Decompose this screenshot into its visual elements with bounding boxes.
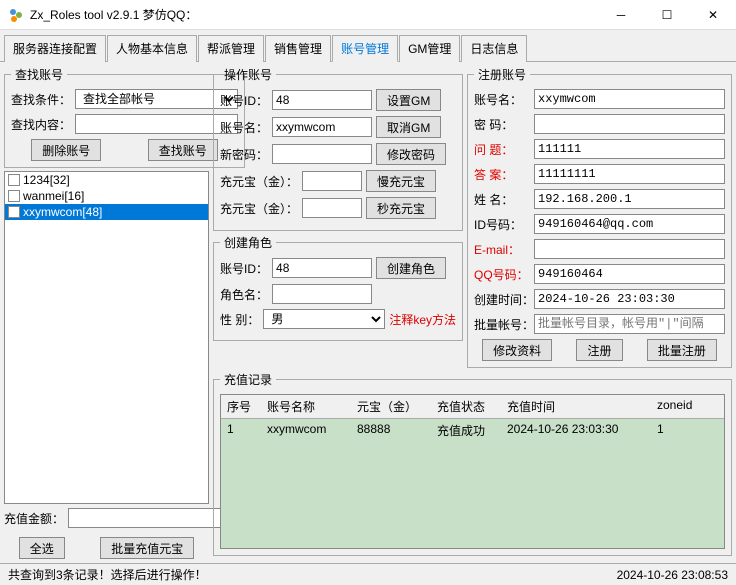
search-group: 查找账号 查找条件： 查找全部帐号 查找内容： 删除账号 查找账号 xyxy=(4,66,245,168)
recharge-log-group: 充值记录 序号账号名称元宝（金）充值状态充值时间zoneid 1xxymwcom… xyxy=(213,371,732,556)
tab-server-config[interactable]: 服务器连接配置 xyxy=(4,35,106,62)
status-bar: 共查询到3条记录！选择后进行操作！ 2024-10-26 23:08:53 xyxy=(0,563,736,585)
minimize-button[interactable]: ─ xyxy=(598,0,644,30)
recharge-table[interactable]: 序号账号名称元宝（金）充值状态充值时间zoneid 1xxymwcom88888… xyxy=(220,394,725,549)
app-icon xyxy=(8,7,24,23)
close-button[interactable]: ✕ xyxy=(690,0,736,30)
op-id-input[interactable] xyxy=(272,90,372,110)
checkbox-icon[interactable] xyxy=(8,206,20,218)
reg-email-input[interactable] xyxy=(534,239,725,259)
new-password-input[interactable] xyxy=(272,144,372,164)
reg-idno-input[interactable] xyxy=(534,214,725,234)
tab-account[interactable]: 账号管理 xyxy=(332,35,398,62)
list-item[interactable]: 1234[32] xyxy=(5,172,208,188)
recharge-amount-input[interactable] xyxy=(68,508,231,528)
tab-char-info[interactable]: 人物基本信息 xyxy=(107,35,197,62)
fast-recharge-button[interactable]: 秒充元宝 xyxy=(366,197,436,219)
batch-register-button[interactable]: 批量注册 xyxy=(647,339,717,361)
reg-password-input[interactable] xyxy=(534,114,725,134)
create-role-button[interactable]: 创建角色 xyxy=(376,257,446,279)
reg-batch-input[interactable] xyxy=(534,314,725,334)
list-item[interactable]: xxymwcom[48] xyxy=(5,204,208,220)
gold-slow-input[interactable] xyxy=(302,171,362,191)
search-content-label: 查找内容： xyxy=(11,116,71,133)
search-cond-label: 查找条件： xyxy=(11,91,71,108)
delete-account-button[interactable]: 删除账号 xyxy=(31,139,101,161)
create-id-input[interactable] xyxy=(272,258,372,278)
reg-realname-input[interactable] xyxy=(534,189,725,209)
modify-info-button[interactable]: 修改资料 xyxy=(482,339,552,361)
table-header: 序号账号名称元宝（金）充值状态充值时间zoneid xyxy=(221,395,724,419)
sex-select[interactable]: 男 xyxy=(263,309,385,329)
tab-sales[interactable]: 销售管理 xyxy=(265,35,331,62)
checkbox-icon[interactable] xyxy=(8,174,20,186)
list-item[interactable]: wanmei[16] xyxy=(5,188,208,204)
slow-recharge-button[interactable]: 慢充元宝 xyxy=(366,170,436,192)
set-gm-button[interactable]: 设置GM xyxy=(376,89,441,111)
account-list[interactable]: 1234[32] wanmei[16] xxymwcom[48] xyxy=(4,171,209,504)
select-all-button[interactable]: 全选 xyxy=(19,537,65,559)
reg-question-input[interactable] xyxy=(534,139,725,159)
maximize-button[interactable]: ☐ xyxy=(644,0,690,30)
checkbox-icon[interactable] xyxy=(8,190,20,202)
operate-account-group: 操作账号 账号ID：设置GM 账号名：取消GM 新密码：修改密码 充元宝（金）：… xyxy=(213,66,463,231)
tab-guild[interactable]: 帮派管理 xyxy=(198,35,264,62)
reg-answer-input[interactable] xyxy=(534,164,725,184)
register-button[interactable]: 注册 xyxy=(576,339,622,361)
reg-qq-input[interactable] xyxy=(534,264,725,284)
modify-password-button[interactable]: 修改密码 xyxy=(376,143,446,165)
status-time: 2024-10-26 23:08:53 xyxy=(617,568,728,582)
table-row[interactable]: 1xxymwcom88888充值成功2024-10-26 23:03:301 xyxy=(221,419,724,442)
op-name-input[interactable] xyxy=(272,117,372,137)
cancel-gm-button[interactable]: 取消GM xyxy=(376,116,441,138)
role-name-input[interactable] xyxy=(272,284,372,304)
batch-recharge-button[interactable]: 批量充值元宝 xyxy=(100,537,194,559)
create-role-group: 创建角色 账号ID：创建角色 角色名： 性 别：男注释key方法 xyxy=(213,234,463,341)
search-legend: 查找账号 xyxy=(11,66,67,83)
window-title: Zx_Roles tool v2.9.1 梦仿QQ： xyxy=(30,6,598,23)
register-account-group: 注册账号 账号名： 密 码： 问 题： 答 案： 姓 名： ID号码： E-ma… xyxy=(467,66,732,368)
recharge-amount-label: 充值金额： xyxy=(4,510,64,527)
find-account-button[interactable]: 查找账号 xyxy=(148,139,218,161)
gold-fast-input[interactable] xyxy=(302,198,362,218)
reg-name-input[interactable] xyxy=(534,89,725,109)
key-note: 注释key方法 xyxy=(389,311,456,328)
tab-gm[interactable]: GM管理 xyxy=(399,35,460,62)
tab-log[interactable]: 日志信息 xyxy=(461,35,527,62)
titlebar: Zx_Roles tool v2.9.1 梦仿QQ： ─ ☐ ✕ xyxy=(0,0,736,30)
tab-bar: 服务器连接配置 人物基本信息 帮派管理 销售管理 账号管理 GM管理 日志信息 xyxy=(0,30,736,62)
status-text: 共查询到3条记录！选择后进行操作！ xyxy=(8,566,207,583)
reg-time-input[interactable] xyxy=(534,289,725,309)
